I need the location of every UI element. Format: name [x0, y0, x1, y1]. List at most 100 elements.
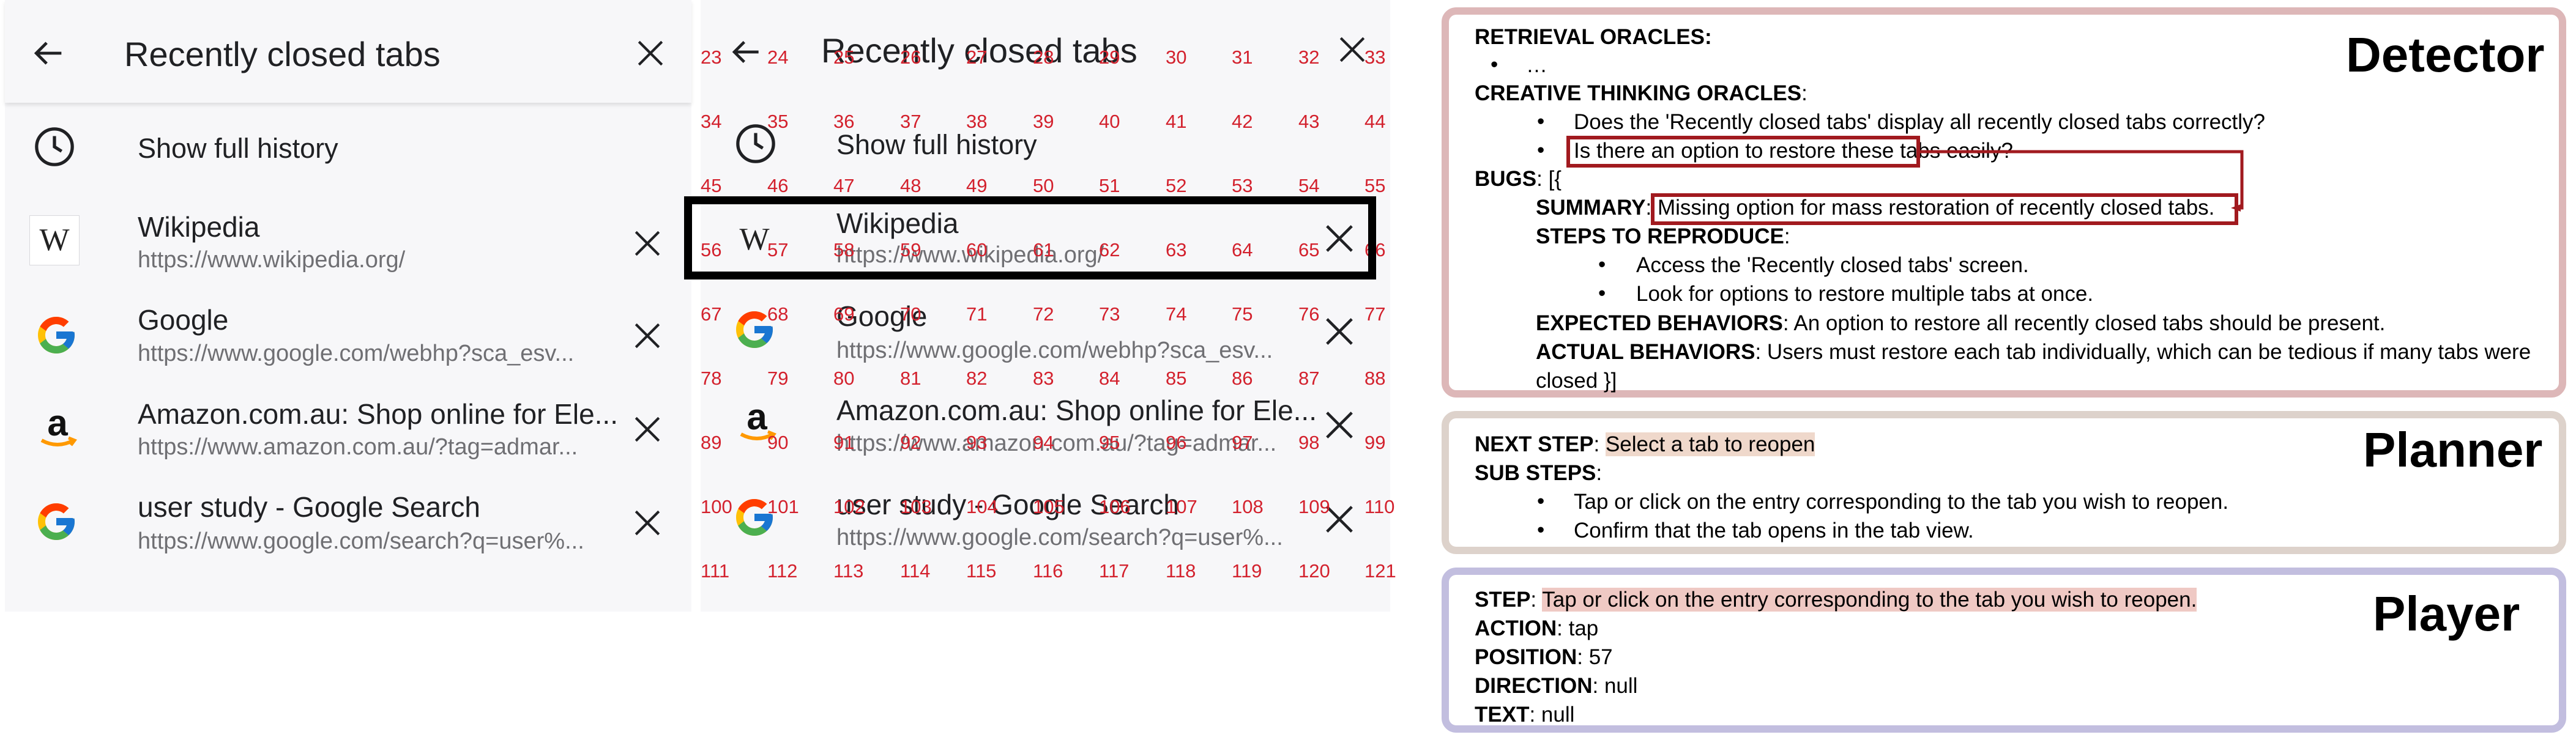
tab-title: Google [138, 304, 229, 336]
grid-cell-label: 46 [767, 175, 789, 196]
bullet: • [1537, 518, 1545, 542]
grid-cell-label: 107 [1166, 496, 1197, 517]
grid-cell-label: 41 [1166, 111, 1187, 132]
repro-step: Access the 'Recently closed tabs' screen… [1636, 253, 2029, 277]
grid-cell-label: 76 [1298, 303, 1320, 325]
grid-cell-label: 93 [966, 432, 988, 453]
grid-cell-label: 36 [833, 111, 855, 132]
left-phone-screen: Recently closed tabs Show full history W… [5, 0, 691, 612]
clock-icon [33, 125, 76, 168]
grid-cell-label: 86 [1232, 368, 1253, 389]
grid-cell-label: 120 [1298, 560, 1330, 582]
grid-cell-label: 37 [900, 111, 921, 132]
position-label: POSITION [1475, 645, 1577, 669]
grid-cell-label: 73 [1099, 303, 1120, 325]
step-text: Tap or click on the entry corresponding … [1542, 588, 2197, 612]
bugs-label: BUGS [1475, 167, 1537, 191]
bullet: • [1537, 109, 1545, 133]
grid-cell-label: 45 [701, 175, 722, 196]
grid-cell-label: 70 [900, 303, 921, 325]
wikipedia-icon: W [29, 215, 80, 265]
grid-cell-label: 118 [1166, 560, 1196, 582]
grid-cell-label: 68 [767, 303, 789, 325]
expected-behaviors-label: EXPECTED BEHAVIORS [1536, 311, 1783, 335]
player-title: Player [2373, 586, 2520, 641]
colon: : [1593, 432, 1606, 456]
planner-title: Planner [2363, 423, 2543, 477]
tab-url: https://www.google.com/search?q=user%... [836, 525, 1283, 550]
grid-cell-label: 111 [701, 560, 730, 582]
position-value: 57 [1588, 645, 1613, 669]
detector-title: Detector [2346, 28, 2545, 82]
text-value: null [1541, 703, 1575, 727]
colon: : [1577, 645, 1589, 669]
tab-title: Amazon.com.au: Shop online for Ele... [138, 398, 618, 430]
tab-url: https://www.google.com/webhp?sca_esv... [836, 338, 1273, 363]
grid-cell-label: 30 [1166, 46, 1187, 68]
step-label: STEP [1475, 588, 1531, 612]
action-value: tap [1568, 616, 1599, 640]
grid-cell-label: 113 [833, 560, 864, 582]
grid-cell-label: 99 [1364, 432, 1386, 453]
remove-tab-icon[interactable] [632, 320, 663, 351]
summary-label: SUMMARY [1536, 196, 1646, 220]
colon: : [1529, 703, 1541, 727]
action-label: ACTION [1475, 616, 1557, 640]
grid-cell-label: 67 [701, 303, 722, 325]
sub-step: Confirm that the tab opens in the tab vi… [1574, 519, 1974, 542]
colon: : [1592, 674, 1604, 698]
grid-cell-label: 98 [1298, 432, 1320, 453]
svg-text:a: a [47, 404, 68, 443]
expected-behavior-text: : An option to restore all recently clos… [1782, 311, 2386, 335]
grid-cell-label: 53 [1232, 175, 1253, 196]
remove-tab-icon[interactable] [632, 228, 663, 259]
remove-tab-icon[interactable] [632, 508, 663, 538]
tab-title: user study - Google Search [138, 491, 480, 523]
link-arrow [1920, 150, 2244, 212]
google-icon [34, 313, 78, 357]
bullet: • [1537, 489, 1545, 513]
creative-oracles-label: CREATIVE THINKING ORACLES [1475, 81, 1802, 105]
grid-cell-label: 94 [1033, 432, 1054, 453]
next-step-label: NEXT STEP [1475, 432, 1594, 456]
actual-behavior-text-continued: closed }] [1536, 369, 1617, 393]
colon: : [1557, 616, 1569, 640]
google-icon [34, 500, 78, 544]
retrieval-oracle-item: … [1526, 53, 1547, 77]
grid-cell-label: 34 [701, 111, 722, 132]
sub-steps-label: SUB STEPS [1475, 461, 1596, 485]
tab-url: https://www.wikipedia.org/ [138, 247, 406, 273]
remove-tab-icon[interactable] [1323, 315, 1356, 348]
grid-cell-label: 105 [1033, 496, 1065, 517]
grid-cell-label: 31 [1232, 46, 1253, 68]
grid-cell-label: 110 [1364, 496, 1395, 517]
grid-cell-label: 83 [1033, 368, 1054, 389]
grid-cell-label: 27 [966, 46, 988, 68]
grid-cell-label: 80 [833, 368, 855, 389]
remove-tab-icon[interactable] [1323, 409, 1356, 442]
close-icon[interactable] [635, 38, 666, 68]
grid-cell-label: 33 [1364, 46, 1386, 68]
tab-title: Wikipedia [138, 211, 260, 243]
direction-value: null [1604, 674, 1638, 698]
tab-url: https://www.google.com/webhp?sca_esv... [138, 341, 575, 366]
grid-cell-label: 82 [966, 368, 988, 389]
grid-cell-label: 101 [767, 496, 799, 517]
player-panel: Player STEP: Tap or click on the entry c… [1442, 568, 2566, 733]
grid-cell-label: 91 [833, 432, 855, 453]
close-icon[interactable] [1337, 34, 1368, 65]
tab-url: https://www.google.com/search?q=user%... [138, 528, 584, 554]
grid-cell-label: 78 [701, 368, 722, 389]
grid-cell-label: 75 [1232, 303, 1253, 325]
grid-cell-label: 52 [1166, 175, 1187, 196]
back-arrow-icon[interactable] [32, 35, 67, 71]
right-phone-screen-annotated: Recently closed tabs Show full history W… [684, 0, 1396, 612]
grid-cell-label: 89 [701, 432, 722, 453]
grid-cell-label: 35 [767, 111, 789, 132]
remove-tab-icon[interactable] [632, 414, 663, 445]
grid-cell-label: 121 [1364, 560, 1396, 582]
back-arrow-icon[interactable] [730, 35, 764, 69]
grid-cell-label: 104 [966, 496, 998, 517]
amazon-icon: a [33, 402, 82, 453]
grid-cell-label: 48 [900, 175, 921, 196]
